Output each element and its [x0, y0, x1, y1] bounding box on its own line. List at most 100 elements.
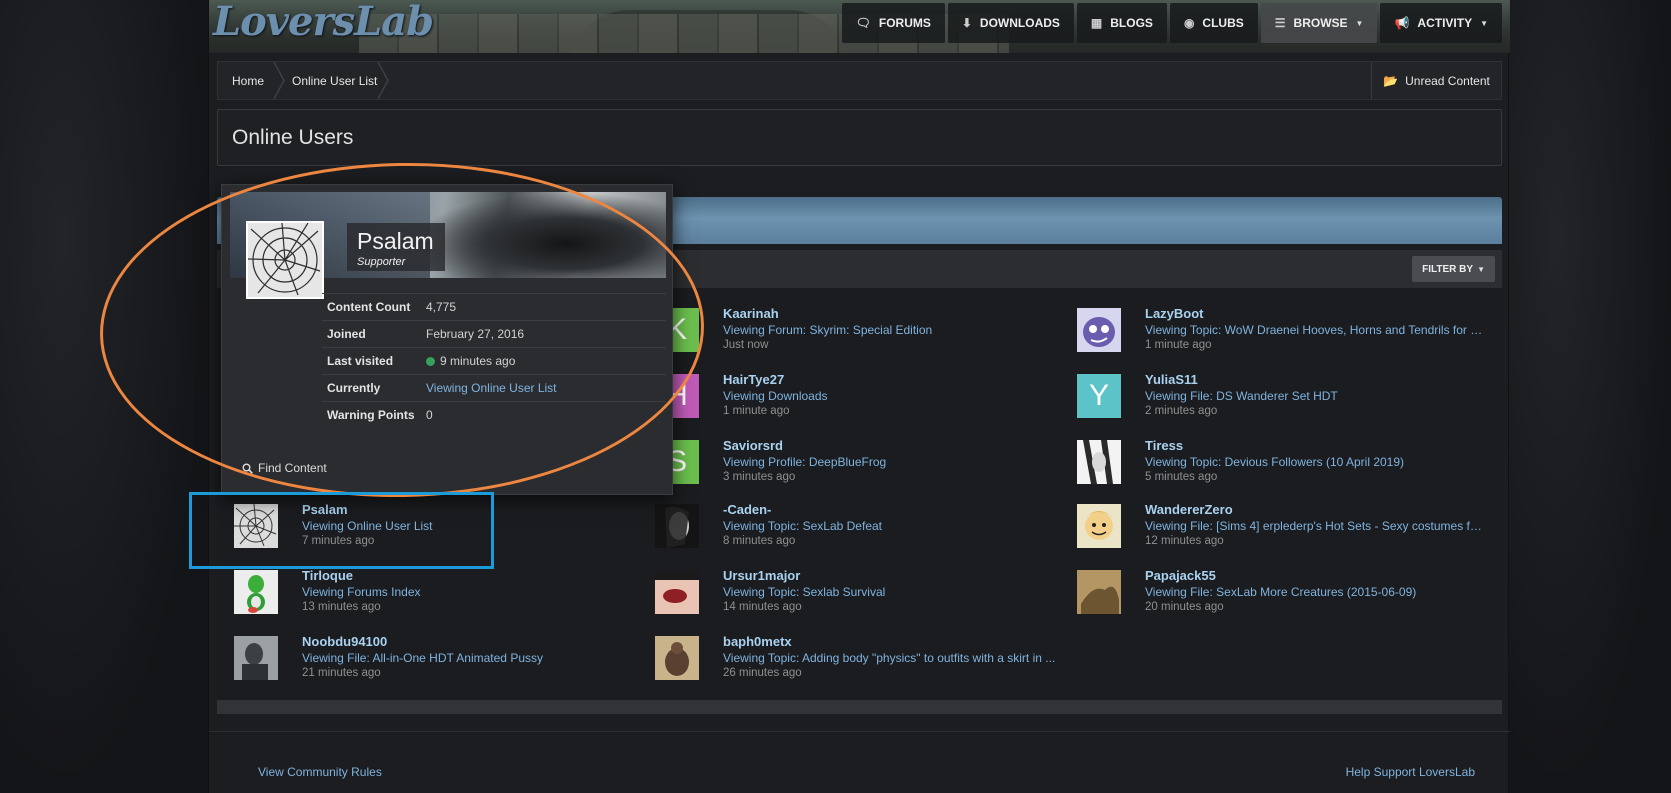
- user-activity-time: 3 minutes ago: [723, 471, 796, 483]
- book-icon: ▦: [1090, 16, 1103, 30]
- user-activity-time: 1 minute ago: [723, 405, 790, 417]
- page-header: Online Users: [217, 109, 1502, 166]
- user-activity-link[interactable]: Viewing File: [Sims 4] erplederp's Hot S…: [1145, 518, 1485, 534]
- comments-icon: 🗨: [855, 16, 871, 30]
- nav-blogs-label: BLOGS: [1110, 16, 1153, 30]
- folder-open-icon: 📂: [1383, 73, 1399, 88]
- list-item: WandererZero Viewing File: [Sims 4] erpl…: [1077, 501, 1487, 554]
- list-item: LazyBoot Viewing Topic: WoW Draenei Hoov…: [1077, 305, 1487, 358]
- list-item: Y YuliaS11 Viewing File: DS Wanderer Set…: [1077, 371, 1487, 424]
- user-activity-link[interactable]: Viewing Topic: Devious Followers (10 Apr…: [1145, 454, 1485, 470]
- user-activity-link[interactable]: Viewing Downloads: [723, 388, 1063, 404]
- user-activity-time: 12 minutes ago: [1145, 535, 1224, 547]
- user-activity-link[interactable]: Viewing Forums Index: [302, 584, 642, 600]
- nav-blogs[interactable]: ▦ BLOGS: [1076, 3, 1167, 43]
- username-link[interactable]: baph0metx: [723, 633, 1063, 650]
- avatar[interactable]: [655, 570, 699, 614]
- list-item: Tirloque Viewing Forums Index 13 minutes…: [234, 567, 644, 620]
- list-item: Ursur1major Viewing Topic: Sexlab Surviv…: [655, 567, 1065, 620]
- download-icon: ⬇: [961, 16, 972, 30]
- avatar[interactable]: [234, 636, 278, 680]
- page-background-right: [1509, 0, 1671, 793]
- filter-by-button[interactable]: FILTER BY ▼: [1412, 256, 1495, 282]
- user-activity-time: 13 minutes ago: [302, 601, 381, 613]
- nav-activity[interactable]: 📢 ACTIVITY ▼: [1380, 3, 1502, 43]
- breadcrumb-current[interactable]: Online User List: [292, 62, 377, 99]
- username-link[interactable]: -Caden-: [723, 501, 1063, 518]
- help-support-link[interactable]: Help Support LoversLab: [1346, 765, 1475, 779]
- user-activity-time: Just now: [723, 339, 769, 351]
- avatar[interactable]: [234, 570, 278, 614]
- bullhorn-icon: 📢: [1394, 16, 1410, 30]
- user-activity-time: 5 minutes ago: [1145, 471, 1218, 483]
- list-item: S Saviorsrd Viewing Profile: DeepBlueFro…: [655, 437, 1065, 490]
- username-link[interactable]: Tirloque: [302, 567, 642, 584]
- user-activity-link[interactable]: Viewing File: SexLab More Creatures (201…: [1145, 584, 1485, 600]
- avatar[interactable]: [1077, 504, 1121, 548]
- username-link[interactable]: Kaarinah: [723, 305, 1063, 322]
- username-link[interactable]: Saviorsrd: [723, 437, 1063, 454]
- list-footer: [217, 700, 1502, 714]
- site-header: LoversLab 🗨 FORUMS ⬇ DOWNLOADS ▦ BLOGS ◉…: [209, 0, 1510, 53]
- nav-downloads-label: DOWNLOADS: [979, 16, 1060, 30]
- nav-forums-label: FORUMS: [878, 16, 931, 30]
- user-activity-link[interactable]: Viewing File: All-in-One HDT Animated Pu…: [302, 650, 642, 666]
- user-activity-time: 14 minutes ago: [723, 601, 802, 613]
- username-link[interactable]: Tiress: [1145, 437, 1485, 454]
- breadcrumb-separator: [273, 62, 285, 99]
- avatar[interactable]: [655, 636, 699, 680]
- list-item: -Caden- Viewing Topic: SexLab Defeat 8 m…: [655, 501, 1065, 554]
- unread-content-label: Unread Content: [1405, 73, 1490, 88]
- avatar[interactable]: [1077, 308, 1121, 352]
- username-link[interactable]: Ursur1major: [723, 567, 1063, 584]
- chevron-down-icon: ▼: [1480, 18, 1488, 28]
- filter-by-label: FILTER BY: [1422, 263, 1474, 275]
- unread-content-button[interactable]: 📂 Unread Content: [1371, 62, 1501, 99]
- chevron-down-icon: ▼: [1477, 264, 1485, 274]
- user-activity-link[interactable]: Viewing Forum: Skyrim: Special Edition: [723, 322, 1063, 338]
- page-title: Online Users: [232, 126, 354, 149]
- list-item: Noobdu94100 Viewing File: All-in-One HDT…: [234, 633, 644, 686]
- avatar[interactable]: Y: [1077, 374, 1121, 418]
- username-link[interactable]: YuliaS11: [1145, 371, 1485, 388]
- list-item: baph0metx Viewing Topic: Adding body "ph…: [655, 633, 1065, 686]
- username-link[interactable]: Papajack55: [1145, 567, 1485, 584]
- site-logo[interactable]: LoversLab: [213, 0, 434, 45]
- chevron-down-icon: ▼: [1355, 18, 1364, 28]
- list-item: Tiress Viewing Topic: Devious Followers …: [1077, 437, 1487, 490]
- username-link[interactable]: LazyBoot: [1145, 305, 1485, 322]
- main-nav: 🗨 FORUMS ⬇ DOWNLOADS ▦ BLOGS ◉ CLUBS ☰ B…: [841, 3, 1502, 43]
- user-activity-time: 21 minutes ago: [302, 667, 381, 679]
- username-link[interactable]: Noobdu94100: [302, 633, 642, 650]
- username-link[interactable]: WandererZero: [1145, 501, 1485, 518]
- footer-divider: [209, 731, 1510, 732]
- list-item: H HairTye27 Viewing Downloads 1 minute a…: [655, 371, 1065, 424]
- breadcrumb: Home Online User List 📂 Unread Content: [217, 61, 1502, 100]
- nav-downloads[interactable]: ⬇ DOWNLOADS: [947, 3, 1074, 43]
- avatar[interactable]: [1077, 570, 1121, 614]
- username-link[interactable]: HairTye27: [723, 371, 1063, 388]
- nav-browse[interactable]: ☰ BROWSE ▼: [1260, 3, 1378, 43]
- user-activity-link[interactable]: Viewing Topic: Adding body "physics" to …: [723, 650, 1063, 666]
- nav-activity-label: ACTIVITY: [1417, 16, 1473, 30]
- user-activity-link[interactable]: Viewing Topic: WoW Draenei Hooves, Horns…: [1145, 322, 1485, 338]
- community-rules-link[interactable]: View Community Rules: [258, 765, 382, 779]
- avatar[interactable]: [1077, 440, 1121, 484]
- nav-clubs[interactable]: ◉ CLUBS: [1169, 3, 1258, 43]
- user-activity-link[interactable]: Viewing Topic: SexLab Defeat: [723, 518, 1063, 534]
- nav-clubs-label: CLUBS: [1202, 16, 1244, 30]
- list-item: K Kaarinah Viewing Forum: Skyrim: Specia…: [655, 305, 1065, 358]
- users-icon: ◉: [1183, 16, 1195, 30]
- list-item: Papajack55 Viewing File: SexLab More Cre…: [1077, 567, 1487, 620]
- list-icon: ☰: [1274, 16, 1286, 30]
- user-activity-link[interactable]: Viewing Topic: Sexlab Survival: [723, 584, 1063, 600]
- nav-forums[interactable]: 🗨 FORUMS: [841, 3, 945, 43]
- avatar[interactable]: [655, 504, 699, 548]
- breadcrumb-home[interactable]: Home: [232, 62, 264, 99]
- user-activity-time: 20 minutes ago: [1145, 601, 1224, 613]
- user-activity-link[interactable]: Viewing File: DS Wanderer Set HDT: [1145, 388, 1485, 404]
- annotation-box: [189, 492, 494, 569]
- user-activity-link[interactable]: Viewing Profile: DeepBlueFrog: [723, 454, 1063, 470]
- user-activity-time: 1 minute ago: [1145, 339, 1212, 351]
- nav-browse-label: BROWSE: [1293, 16, 1348, 30]
